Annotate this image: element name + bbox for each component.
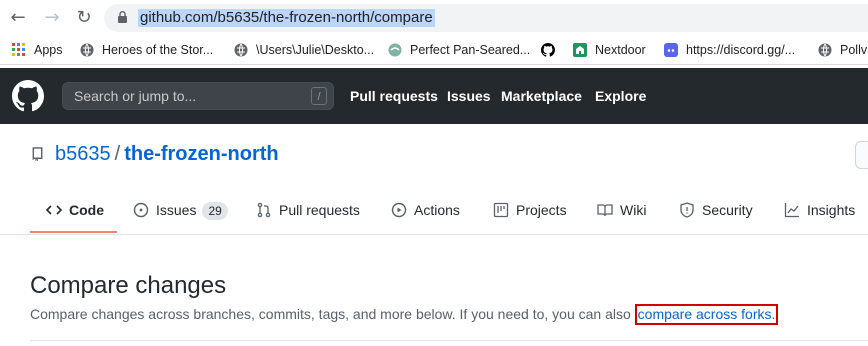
play-icon xyxy=(391,202,407,218)
code-icon xyxy=(45,205,63,215)
repo-breadcrumb: b5635/the-frozen-north xyxy=(55,143,279,166)
bookmark-github[interactable] xyxy=(541,41,563,59)
tab-wiki[interactable]: Wiki xyxy=(597,200,646,220)
search-placeholder: Search or jump to... xyxy=(74,88,197,104)
repo-name-link[interactable]: the-frozen-north xyxy=(124,143,278,165)
bookmark-discord[interactable]: https://discord.gg/... xyxy=(664,41,795,59)
globe-icon xyxy=(80,43,94,57)
tab-code[interactable]: Code xyxy=(45,200,104,220)
issues-count-badge: 29 xyxy=(202,202,228,220)
breadcrumb-separator: / xyxy=(114,143,121,165)
tab-security[interactable]: Security xyxy=(679,200,753,220)
compare-across-forks-link[interactable]: compare across forks. xyxy=(634,304,779,325)
nav-issues[interactable]: Issues xyxy=(447,88,491,104)
issue-icon xyxy=(133,202,149,218)
description-text: Compare changes across branches, commits… xyxy=(30,306,635,322)
apps-grid-icon xyxy=(12,43,25,56)
github-header: Search or jump to... / Pull requests Iss… xyxy=(0,68,868,124)
discord-icon xyxy=(664,43,678,57)
keyboard-shortcut-badge: / xyxy=(311,87,327,105)
project-icon xyxy=(493,202,509,218)
bookmark-pan-seared[interactable]: Perfect Pan-Seared... xyxy=(388,41,530,59)
browser-toolbar: ← → ↻ github.com/b5635/the-frozen-north/… xyxy=(0,0,868,36)
bookmark-apps[interactable]: Apps xyxy=(12,41,63,59)
tab-insights[interactable]: Insights xyxy=(784,200,855,220)
bookmark-nextdoor[interactable]: Nextdoor xyxy=(573,41,646,59)
address-bar[interactable]: github.com/b5635/the-frozen-north/compar… xyxy=(104,4,868,32)
tab-actions[interactable]: Actions xyxy=(391,200,460,220)
globe-icon xyxy=(234,43,248,57)
site-icon xyxy=(388,43,402,57)
graph-icon xyxy=(784,203,799,218)
forward-arrow-icon[interactable]: → xyxy=(40,7,64,29)
bookmarks-bar: Apps Heroes of the Stor... \Users\Julie\… xyxy=(0,36,868,65)
book-icon xyxy=(597,204,613,217)
pull-request-icon xyxy=(257,202,271,218)
shield-icon xyxy=(680,202,694,218)
nav-marketplace[interactable]: Marketplace xyxy=(501,88,582,104)
tab-pull-requests[interactable]: Pull requests xyxy=(256,200,360,220)
nav-pull-requests[interactable]: Pull requests xyxy=(350,88,438,104)
section-divider xyxy=(30,340,868,341)
nextdoor-icon xyxy=(573,43,587,57)
repo-icon xyxy=(32,147,43,162)
reload-icon[interactable]: ↻ xyxy=(72,7,96,29)
github-icon xyxy=(541,43,555,57)
compare-description: Compare changes across branches, commits… xyxy=(30,304,779,325)
lock-icon xyxy=(118,11,127,23)
watch-button[interactable] xyxy=(855,141,868,169)
search-input[interactable]: Search or jump to... / xyxy=(62,82,334,110)
bookmark-heroes[interactable]: Heroes of the Stor... xyxy=(80,41,213,59)
active-tab-indicator xyxy=(30,231,117,233)
bookmark-pollv[interactable]: Pollv xyxy=(818,41,867,59)
back-arrow-icon[interactable]: ← xyxy=(6,7,30,29)
globe-icon xyxy=(818,43,832,57)
nav-explore[interactable]: Explore xyxy=(595,88,646,104)
url-text[interactable]: github.com/b5635/the-frozen-north/compar… xyxy=(138,9,435,27)
tab-projects[interactable]: Projects xyxy=(493,200,567,220)
github-logo-icon[interactable] xyxy=(12,80,44,112)
tab-issues[interactable]: Issues 29 xyxy=(133,200,228,220)
bookmark-users-julie[interactable]: \Users\Julie\Deskto... xyxy=(234,41,374,59)
repo-owner-link[interactable]: b5635 xyxy=(55,143,111,165)
page-title: Compare changes xyxy=(30,272,227,299)
repo-tabs: Code Issues 29 Pull requests Actions Proj… xyxy=(0,186,868,235)
